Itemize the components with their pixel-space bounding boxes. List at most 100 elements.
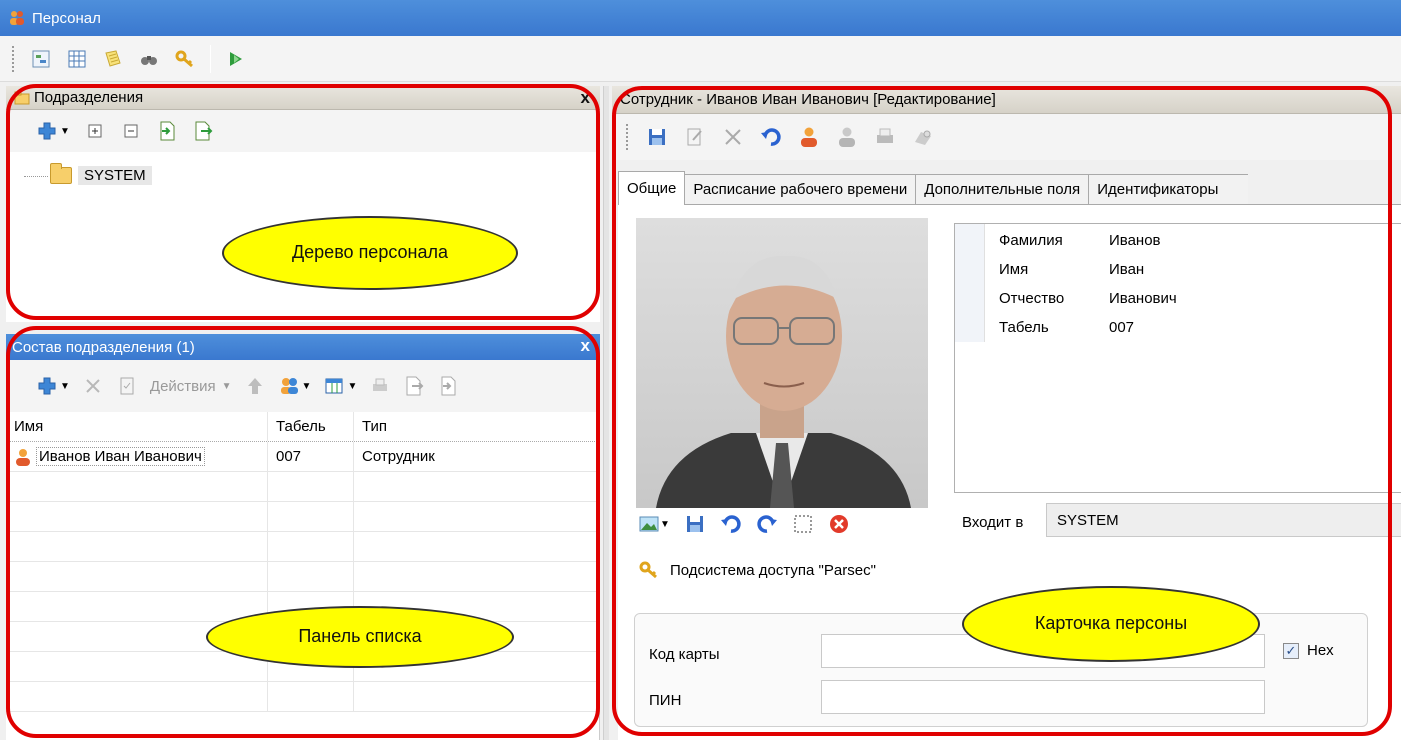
binoculars-icon[interactable] <box>138 48 160 70</box>
tree-node-system[interactable]: SYSTEM <box>50 163 152 185</box>
print-preview-icon[interactable] <box>912 126 934 148</box>
tree-panel: Подразделения x ▼ SYSTEM <box>6 86 600 322</box>
member-of-label: Входит в <box>962 513 1024 531</box>
card-tabs: Общие Расписание рабочего времени Дополн… <box>618 170 1249 205</box>
card-panel-title: Сотрудник - Иванов Иван Иванович [Редакт… <box>620 91 996 108</box>
tab-identifiers[interactable]: Идентификаторы <box>1088 174 1249 204</box>
add-dropdown-icon[interactable]: ▼ <box>60 381 70 392</box>
arrow-up-icon[interactable] <box>244 375 266 397</box>
print-icon[interactable] <box>874 126 896 148</box>
card-code-label: Код карты <box>649 646 720 663</box>
save-icon[interactable] <box>684 513 706 535</box>
delete-icon[interactable] <box>82 375 104 397</box>
prop-row-lastname[interactable]: Фамилия Иванов <box>955 226 1177 255</box>
table-row-empty <box>6 502 599 532</box>
list-toolbar: ▼ Действия ▼ ▼ ▼ <box>6 360 600 412</box>
tree-connector <box>24 176 48 177</box>
tree-panel-title: Подразделения <box>34 89 144 106</box>
table-row[interactable]: Иванов Иван Иванович 007 Сотрудник <box>6 442 599 472</box>
collapse-icon[interactable] <box>120 120 142 142</box>
toolbar-grip[interactable] <box>626 124 630 150</box>
person-photo <box>636 218 928 508</box>
save-icon[interactable] <box>646 126 668 148</box>
users-dropdown-icon[interactable]: ▼ <box>302 381 312 392</box>
remove-photo-icon[interactable] <box>828 513 850 535</box>
checkbox-checked-icon[interactable]: ✓ <box>1283 642 1299 659</box>
folder-icon <box>14 90 30 106</box>
table-row-empty <box>6 472 599 502</box>
expand-icon[interactable] <box>84 120 106 142</box>
prop-row-firstname[interactable]: Имя Иван <box>955 255 1177 284</box>
column-header-name[interactable]: Имя <box>6 412 268 441</box>
prop-row-tab-number[interactable]: Табель 007 <box>955 313 1177 342</box>
tree-toolbar: ▼ <box>6 110 600 152</box>
list-panel: Состав подразделения (1) x ▼ Действия ▼ … <box>6 334 600 740</box>
toolbar-separator <box>210 44 211 73</box>
subsystem-label: Подсистема доступа "Parsec" <box>670 561 876 579</box>
tab-general[interactable]: Общие <box>618 171 686 205</box>
import-icon[interactable] <box>437 375 459 397</box>
list-panel-header: Состав подразделения (1) x <box>6 334 600 360</box>
notes-icon[interactable] <box>102 48 124 70</box>
export-icon[interactable] <box>192 120 214 142</box>
tab-extra-fields[interactable]: Дополнительные поля <box>915 174 1090 204</box>
actions-menu[interactable]: Действия <box>150 378 216 395</box>
redo-icon[interactable] <box>756 513 778 535</box>
folder-icon <box>50 163 72 184</box>
add-icon[interactable] <box>36 375 58 397</box>
print-icon[interactable] <box>369 375 391 397</box>
image-icon[interactable] <box>638 513 660 535</box>
close-icon[interactable]: x <box>581 88 590 108</box>
actions-dropdown-icon[interactable]: ▼ <box>222 381 232 392</box>
photo-toolbar: ▼ <box>638 513 850 535</box>
tree-node-label: SYSTEM <box>78 166 152 185</box>
prop-row-patronymic[interactable]: Отчество Иванович <box>955 284 1177 313</box>
add-icon[interactable] <box>36 120 58 142</box>
callout-card: Карточка персоны <box>962 586 1260 662</box>
export-icon[interactable] <box>403 375 425 397</box>
person-disabled-icon[interactable] <box>836 126 858 148</box>
pin-input[interactable] <box>821 680 1265 714</box>
columns-icon[interactable] <box>323 375 345 397</box>
list-grid: Имя Табель Тип Иванов Иван Иванович 007 … <box>6 412 600 740</box>
vertical-splitter[interactable] <box>603 86 609 740</box>
window-titlebar: Персонал <box>0 0 1401 36</box>
key-icon[interactable] <box>174 48 196 70</box>
hex-label: Hex <box>1307 642 1334 659</box>
select-area-icon[interactable] <box>792 513 814 535</box>
delete-icon[interactable] <box>722 126 744 148</box>
grid-header: Имя Табель Тип <box>6 412 599 442</box>
import-icon[interactable] <box>156 120 178 142</box>
main-toolbar <box>0 36 1401 82</box>
list-panel-title: Состав подразделения (1) <box>12 338 195 356</box>
close-icon[interactable]: x <box>581 336 590 356</box>
tab-content-general: ▼ Подсистема доступа "Parsec" Фамилия Ив… <box>618 204 1401 740</box>
subsystem-row[interactable]: Подсистема доступа "Parsec" <box>638 559 876 581</box>
table-row-empty <box>6 562 599 592</box>
hex-checkbox[interactable]: ✓ Hex <box>1283 642 1334 659</box>
toolbar-grip[interactable] <box>12 45 16 72</box>
member-of-field[interactable]: SYSTEM <box>1046 503 1401 537</box>
undo-icon[interactable] <box>760 126 782 148</box>
card-panel-header: Сотрудник - Иванов Иван Иванович [Редакт… <box>612 86 1401 114</box>
exit-icon[interactable] <box>225 48 247 70</box>
properties-grid: Фамилия Иванов Имя Иван Отчество Иванович Т… <box>954 223 1401 493</box>
column-header-type[interactable]: Тип <box>354 412 599 441</box>
structure-icon[interactable] <box>30 48 52 70</box>
columns-dropdown-icon[interactable]: ▼ <box>347 381 357 392</box>
users-icon[interactable] <box>278 375 300 397</box>
grid-icon[interactable] <box>66 48 88 70</box>
callout-list: Панель списка <box>206 606 514 668</box>
pin-label: ПИН <box>649 692 682 709</box>
image-dropdown-icon[interactable]: ▼ <box>660 519 670 530</box>
person-icon[interactable] <box>798 126 820 148</box>
add-dropdown-icon[interactable]: ▼ <box>60 126 70 137</box>
edit-icon[interactable] <box>116 375 138 397</box>
people-icon <box>8 9 26 27</box>
edit-icon[interactable] <box>684 126 706 148</box>
person-icon <box>14 448 32 466</box>
column-header-tab[interactable]: Табель <box>268 412 354 441</box>
tab-schedule[interactable]: Расписание рабочего времени <box>684 174 917 204</box>
row-type: Сотрудник <box>362 448 435 465</box>
undo-icon[interactable] <box>720 513 742 535</box>
